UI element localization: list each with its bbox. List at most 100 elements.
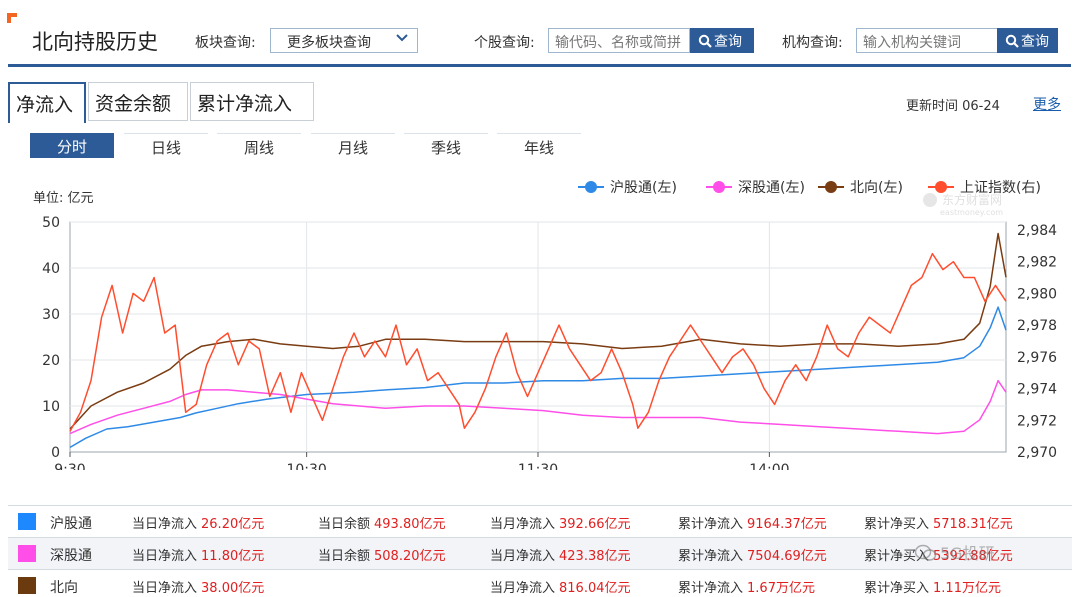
tab-balance[interactable]: 资金余额 (88, 82, 188, 121)
y-right-tick-label: 2,984 (1017, 223, 1057, 239)
y-right-tick-label: 2,970 (1017, 445, 1057, 461)
series-swatch (18, 577, 36, 594)
sector-label: 板块查询: (195, 35, 256, 51)
summary-row-name: 深股通 (50, 548, 92, 564)
summary-row: 北向 当日净流入 38.00亿元 当月净流入 816.04亿元 累计净流入 1.67万亿元累… (8, 569, 1072, 597)
chart-watermark-domain: eastmoney.com (940, 208, 1003, 217)
y-left-tick-label: 30 (42, 307, 60, 323)
x-tick-label: 14:00 (749, 462, 789, 470)
y-left-tick-label: 40 (42, 261, 60, 277)
period-tab-daily[interactable]: 日线 (124, 133, 208, 158)
stock-search-button-label: 查询 (714, 34, 742, 50)
summary-cell-label: 当月净流入 (490, 581, 556, 596)
y-right-tick-label: 2,978 (1017, 318, 1057, 334)
summary-cell: 当月净流入 816.04亿元 (490, 577, 631, 596)
legend-label: 深股通(左) (738, 180, 805, 196)
tab-cumulative-inflow[interactable]: 累计净流入 (190, 82, 314, 121)
legend-marker (713, 181, 725, 193)
y-right-tick-label: 2,976 (1017, 350, 1057, 366)
summary-cell: 累计净买入 5718.31亿元 (864, 513, 1013, 532)
legend-label: 沪股通(左) (610, 180, 677, 196)
summary-cell-value: 7504.69亿元 (747, 549, 827, 564)
series-swatch (18, 513, 36, 530)
flow-chart: 东方财富网 eastmoney.com 010203040502,9702,97… (42, 180, 1057, 470)
y-left-tick-label: 10 (42, 399, 60, 415)
tab-net-inflow[interactable]: 净流入 (8, 82, 86, 123)
summary-cell-label: 累计净买入 (864, 517, 930, 532)
y-right-tick-label: 2,980 (1017, 286, 1057, 302)
summary-cell: 累计净流入 1.67万亿元 (678, 577, 815, 596)
legend-marker (585, 181, 597, 193)
page-title: 北向持股历史 (32, 30, 158, 54)
series-swatch (18, 545, 36, 562)
sector-select[interactable]: 更多板块查询 (270, 28, 418, 53)
x-tick-label: 11:30 (518, 462, 558, 470)
summary-cell: 累计净流入 7504.69亿元 (678, 545, 827, 564)
summary-cell-value: 9164.37亿元 (747, 517, 827, 532)
x-tick-label: 10:30 (286, 462, 326, 470)
summary-cell-label: 当日余额 (318, 517, 371, 532)
summary-row: 深股通 当日净流入 11.80亿元 当日余额 508.20亿元 当月净流入 423.38亿元… (8, 537, 1072, 569)
summary-cell-label: 累计净流入 (678, 549, 744, 564)
summary-cell-value: 1.67万亿元 (747, 581, 815, 596)
more-link[interactable]: 更多 (1033, 94, 1061, 114)
wechat-watermark-text: 5G投研 (940, 544, 995, 563)
legend-item-2: 北向(左) (818, 180, 903, 196)
summary-cell: 当日余额 493.80亿元 (318, 513, 446, 532)
legend-label: 北向(左) (850, 180, 903, 196)
summary-cell-value: 816.04亿元 (559, 581, 631, 596)
legend-marker (935, 181, 947, 193)
corner-mark (7, 13, 17, 23)
summary-cell-value: 38.00亿元 (201, 581, 265, 596)
y-right-tick-label: 2,972 (1017, 413, 1057, 429)
summary-cell: 当日净流入 38.00亿元 (132, 577, 264, 596)
org-search-button[interactable]: 查询 (997, 28, 1058, 53)
wechat-icon (914, 544, 937, 561)
stock-label: 个股查询: (474, 35, 535, 51)
stock-search-button[interactable]: 查询 (690, 28, 754, 53)
legend-label: 上证指数(右) (960, 180, 1041, 196)
period-tab-yearly[interactable]: 年线 (497, 133, 581, 158)
summary-cell: 累计净买入 1.11万亿元 (864, 577, 1001, 596)
summary-cell: 当日净流入 11.80亿元 (132, 545, 264, 564)
summary-cell-value: 11.80亿元 (201, 549, 265, 564)
y-left-tick-label: 50 (42, 215, 60, 231)
summary-cell-value: 26.20亿元 (201, 517, 265, 532)
summary-cell: 当月净流入 392.66亿元 (490, 513, 631, 532)
y-left-tick-label: 0 (51, 445, 60, 461)
summary-cell-label: 累计净买入 (864, 581, 930, 596)
summary-table: 沪股通 当日净流入 26.20亿元 当日余额 493.80亿元 当月净流入 392.66亿元… (8, 505, 1072, 597)
summary-cell: 当月净流入 423.38亿元 (490, 545, 631, 564)
period-tab-weekly[interactable]: 周线 (217, 133, 301, 158)
period-tab-quarterly[interactable]: 季线 (404, 133, 488, 158)
summary-cell-label: 当日净流入 (132, 517, 198, 532)
legend-item-1: 深股通(左) (706, 180, 805, 196)
period-tab-intraday[interactable]: 分时 (30, 133, 114, 158)
stock-search-input[interactable]: 输代码、名称或简拼 (548, 28, 690, 53)
legend-marker (825, 181, 837, 193)
y-right-tick-label: 2,982 (1017, 255, 1057, 271)
search-icon (698, 34, 712, 48)
summary-cell-label: 累计净流入 (678, 517, 744, 532)
summary-row-name: 北向 (50, 580, 78, 596)
summary-cell-value: 508.20亿元 (374, 549, 446, 564)
summary-cell-label: 累计净流入 (678, 581, 744, 596)
summary-cell-value: 423.38亿元 (559, 549, 631, 564)
org-search-input[interactable]: 输入机构关键词 (856, 28, 998, 53)
summary-row: 沪股通 当日净流入 26.20亿元 当日余额 493.80亿元 当月净流入 392.66亿元… (8, 505, 1072, 537)
summary-cell: 当日净流入 26.20亿元 (132, 513, 264, 532)
summary-cell-label: 当日净流入 (132, 549, 198, 564)
chevron-down-icon (396, 34, 408, 42)
wechat-watermark: 5G投研 (914, 540, 995, 564)
org-search-button-label: 查询 (1021, 34, 1049, 50)
summary-cell-value: 1.11万亿元 (933, 581, 1001, 596)
org-label: 机构查询: (782, 35, 843, 51)
summary-cell: 当日余额 508.20亿元 (318, 545, 446, 564)
summary-cell-value: 392.66亿元 (559, 517, 631, 532)
y-left-tick-label: 20 (42, 353, 60, 369)
period-tab-monthly[interactable]: 月线 (311, 133, 395, 158)
header-divider (8, 64, 1071, 67)
update-time: 更新时间 06-24 (906, 99, 1000, 114)
y-right-tick-label: 2,974 (1017, 382, 1057, 398)
summary-cell: 累计净流入 9164.37亿元 (678, 513, 827, 532)
